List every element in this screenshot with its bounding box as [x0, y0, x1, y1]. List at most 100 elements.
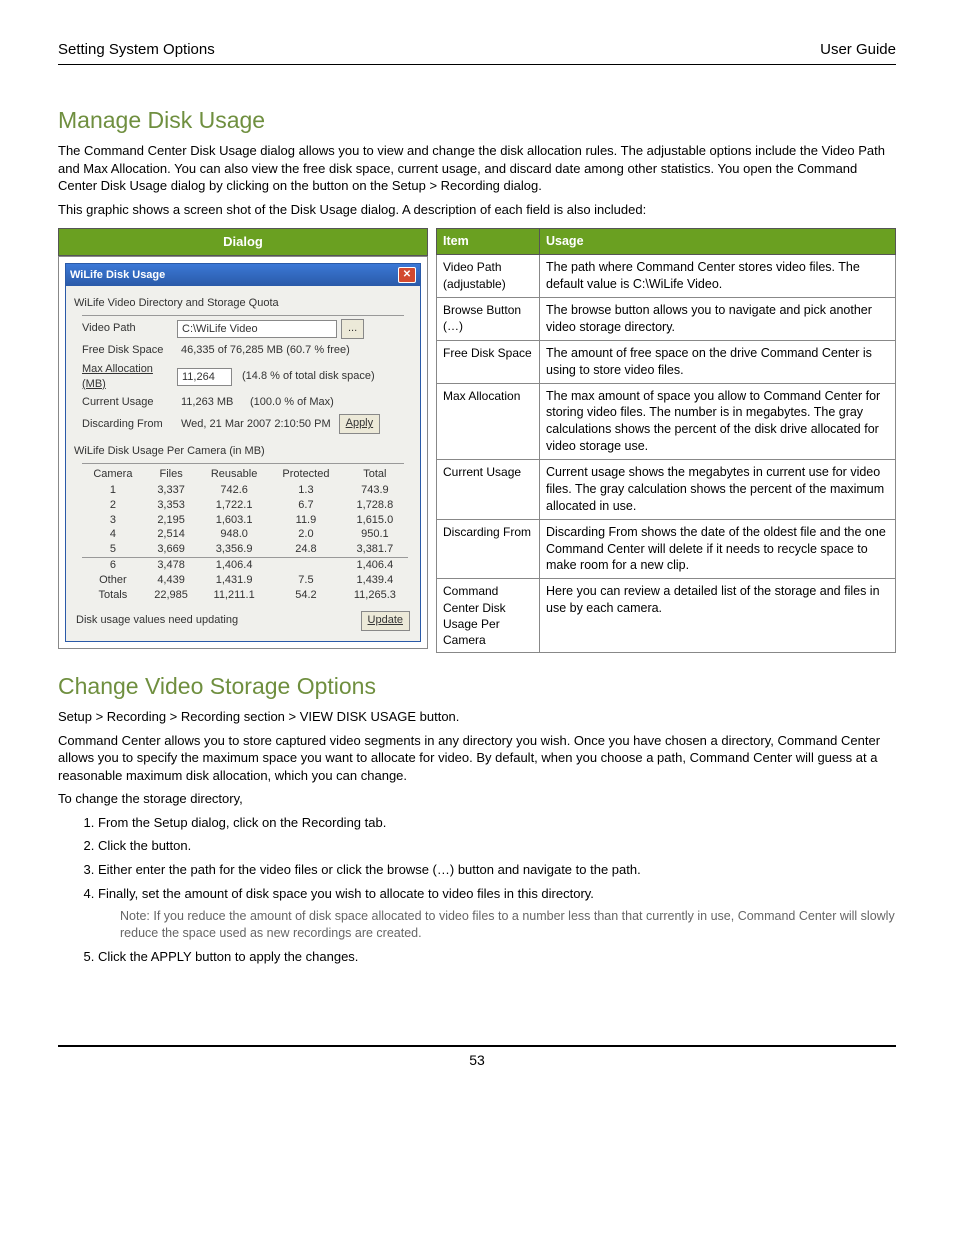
- usage-cell-files: 2,514: [144, 527, 199, 542]
- label-video-path: Video Path: [82, 321, 177, 336]
- usage-cell-reusable: 11,211.1: [198, 588, 269, 603]
- usage-cell-protected: 54.2: [270, 588, 342, 603]
- usage-th-protected: Protected: [270, 466, 342, 483]
- section1-para2: This graphic shows a screen shot of the …: [58, 201, 896, 219]
- dialog-title: WiLife Disk Usage: [70, 268, 165, 283]
- usage-cell-protected: 7.5: [270, 573, 342, 588]
- desc-item: Max Allocation: [437, 383, 540, 460]
- step-3: Either enter the path for the video file…: [98, 861, 896, 879]
- usage-cell-reusable: 1,406.4: [198, 558, 269, 573]
- label-current-usage: Current Usage: [82, 395, 177, 410]
- label-discarding: Discarding From: [82, 417, 177, 432]
- usage-th-reusable: Reusable: [198, 466, 269, 483]
- usage-cell-camera: 4: [82, 527, 144, 542]
- desc-row: Browse Button (…)The browse button allow…: [437, 298, 896, 341]
- max-alloc-pct: (14.8 % of total disk space): [238, 368, 379, 385]
- desc-item: Current Usage: [437, 460, 540, 520]
- usage-row: 23,3531,722.16.71,728.8: [82, 498, 408, 513]
- usage-cell-reusable: 1,603.1: [198, 513, 269, 528]
- header-left: Setting System Options: [58, 40, 215, 60]
- desc-usage: The amount of free space on the drive Co…: [540, 340, 896, 383]
- discarding-value: Wed, 21 Mar 2007 2:10:50 PM: [177, 416, 335, 433]
- usage-row: 32,1951,603.111.91,615.0: [82, 513, 408, 528]
- desc-usage: Current usage shows the megabytes in cur…: [540, 460, 896, 520]
- usage-cell-camera: 6: [82, 558, 144, 573]
- usage-th-files: Files: [144, 466, 199, 483]
- disk-usage-dialog: WiLife Disk Usage ✕ WiLife Video Directo…: [65, 263, 421, 642]
- label-max-alloc: Max Allocation (MB): [82, 362, 177, 392]
- usage-cell-reusable: 742.6: [198, 483, 269, 498]
- usage-cell-camera: Other: [82, 573, 144, 588]
- usage-cell-reusable: 1,722.1: [198, 498, 269, 513]
- update-button[interactable]: Update: [361, 611, 410, 631]
- usage-cell-total: 743.9: [342, 483, 408, 498]
- usage-row: 53,6693,356.924.83,381.7: [82, 542, 408, 557]
- desc-usage: The max amount of space you allow to Com…: [540, 383, 896, 460]
- usage-cell-files: 22,985: [144, 588, 199, 603]
- section-title-change-video-storage: Change Video Storage Options: [58, 671, 896, 702]
- usage-th-camera: Camera: [82, 466, 144, 483]
- usage-cell-protected: 24.8: [270, 542, 342, 557]
- current-usage-pct: (100.0 % of Max): [246, 394, 338, 411]
- usage-cell-files: 2,195: [144, 513, 199, 528]
- video-path-input[interactable]: C:\WiLife Video: [177, 320, 337, 338]
- usage-cell-camera: 5: [82, 542, 144, 557]
- max-alloc-input[interactable]: 11,264: [177, 368, 232, 386]
- section2-path: Setup > Recording > Recording section > …: [58, 708, 896, 726]
- usage-cell-total: 1,728.8: [342, 498, 408, 513]
- group-storage-quota: WiLife Video Directory and Storage Quota: [74, 296, 412, 311]
- step4-note: Note: If you reduce the amount of disk s…: [120, 908, 896, 942]
- usage-cell-reusable: 3,356.9: [198, 542, 269, 557]
- desc-th-item: Item: [437, 229, 540, 255]
- usage-cell-protected: 1.3: [270, 483, 342, 498]
- usage-cell-camera: 2: [82, 498, 144, 513]
- usage-row: 42,514948.02.0950.1: [82, 527, 408, 542]
- usage-cell-protected: 11.9: [270, 513, 342, 528]
- section-title-manage-disk-usage: Manage Disk Usage: [58, 105, 896, 136]
- usage-cell-reusable: 948.0: [198, 527, 269, 542]
- group-usage-per-camera: WiLife Disk Usage Per Camera (in MB): [74, 444, 412, 459]
- usage-cell-camera: 3: [82, 513, 144, 528]
- close-icon[interactable]: ✕: [398, 267, 416, 283]
- step-5: Click the APPLY button to apply the chan…: [98, 948, 896, 966]
- description-table: Item Usage Video Path (adjustable)The pa…: [436, 228, 896, 653]
- section2-para2: To change the storage directory,: [58, 790, 896, 808]
- usage-cell-total: 11,265.3: [342, 588, 408, 603]
- desc-item: Command Center Disk Usage Per Camera: [437, 579, 540, 653]
- free-disk-value: 46,335 of 76,285 MB (60.7 % free): [177, 342, 354, 359]
- page-header: Setting System Options User Guide: [58, 40, 896, 65]
- usage-cell-files: 3,478: [144, 558, 199, 573]
- usage-cell-protected: 6.7: [270, 498, 342, 513]
- usage-cell-total: 3,381.7: [342, 542, 408, 557]
- step-1: From the Setup dialog, click on the Reco…: [98, 814, 896, 832]
- label-free-disk: Free Disk Space: [82, 343, 177, 358]
- update-note: Disk usage values need updating: [76, 613, 238, 628]
- desc-row: Video Path (adjustable)The path where Co…: [437, 255, 896, 298]
- usage-th-total: Total: [342, 466, 408, 483]
- apply-button[interactable]: Apply: [339, 414, 381, 434]
- desc-item: Video Path (adjustable): [437, 255, 540, 298]
- dialog-titlebar: WiLife Disk Usage ✕: [66, 264, 420, 286]
- usage-row: Other4,4391,431.97.51,439.4: [82, 573, 408, 588]
- usage-cell-protected: 2.0: [270, 527, 342, 542]
- usage-cell-files: 4,439: [144, 573, 199, 588]
- desc-usage: Discarding From shows the date of the ol…: [540, 519, 896, 579]
- desc-usage: Here you can review a detailed list of t…: [540, 579, 896, 653]
- usage-cell-total: 1,406.4: [342, 558, 408, 573]
- desc-item: Free Disk Space: [437, 340, 540, 383]
- step-2: Click the button.: [98, 837, 896, 855]
- section1-para1: The Command Center Disk Usage dialog all…: [58, 142, 896, 195]
- desc-item: Discarding From: [437, 519, 540, 579]
- page-footer: 53: [58, 1045, 896, 1070]
- desc-row: Command Center Disk Usage Per CameraHere…: [437, 579, 896, 653]
- usage-cell-total: 950.1: [342, 527, 408, 542]
- desc-row: Free Disk SpaceThe amount of free space …: [437, 340, 896, 383]
- desc-th-usage: Usage: [540, 229, 896, 255]
- browse-button[interactable]: ...: [341, 319, 364, 339]
- usage-cell-total: 1,615.0: [342, 513, 408, 528]
- usage-row: Totals22,98511,211.154.211,265.3: [82, 588, 408, 603]
- step-4: Finally, set the amount of disk space yo…: [98, 885, 896, 903]
- dialog-screenshot-container: WiLife Disk Usage ✕ WiLife Video Directo…: [58, 256, 428, 649]
- desc-item: Browse Button (…): [437, 298, 540, 341]
- usage-cell-files: 3,353: [144, 498, 199, 513]
